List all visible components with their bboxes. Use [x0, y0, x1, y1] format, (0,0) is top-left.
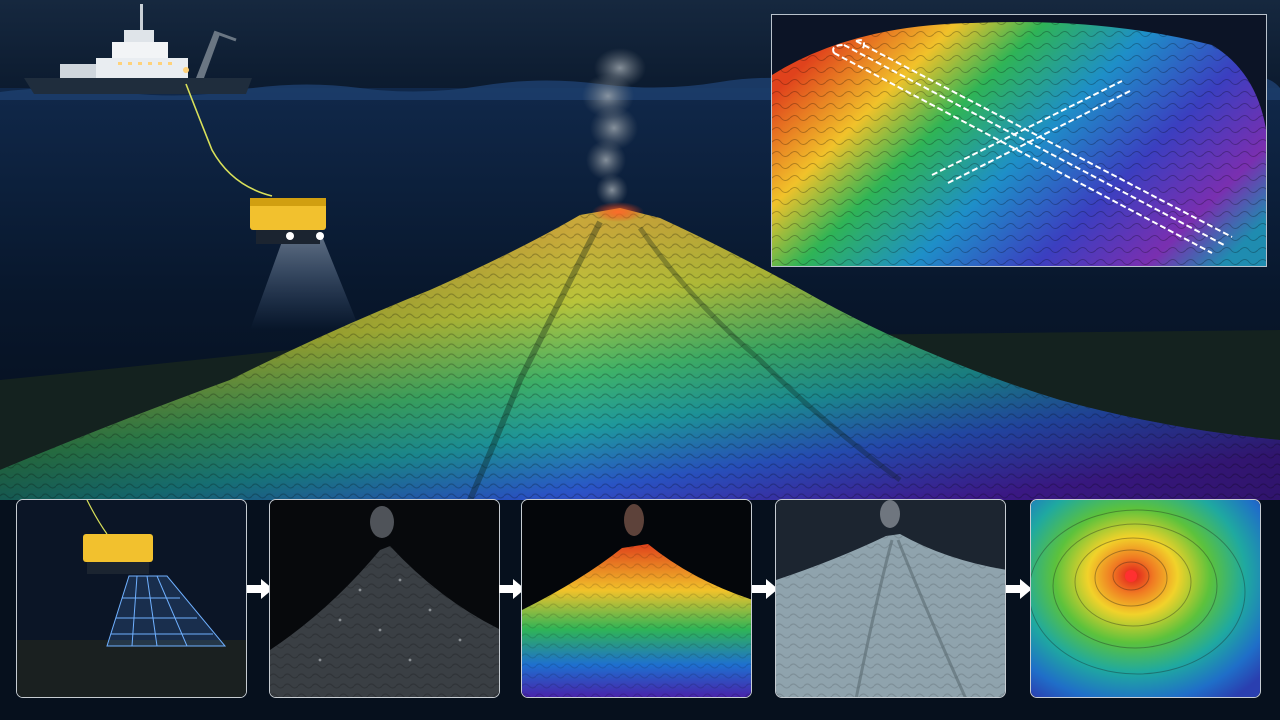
step-shaded-terrain-mesh: [775, 499, 1006, 698]
arrow-right-icon: [1006, 579, 1032, 599]
crater-glow: [592, 202, 644, 222]
seafloor-mapping-illustration: [0, 0, 1280, 720]
bathymetry-survey-map: [772, 15, 1266, 266]
rov-icon: [83, 534, 153, 562]
step-bathymetric-contour-map: [1030, 499, 1261, 698]
summit-marker: [1125, 570, 1137, 582]
survey-track-inset: [771, 14, 1267, 267]
step-rov-multibeam-scan: [16, 499, 247, 698]
step-depth-colored-point-cloud: [521, 499, 752, 698]
step-grayscale-point-cloud: [269, 499, 500, 698]
